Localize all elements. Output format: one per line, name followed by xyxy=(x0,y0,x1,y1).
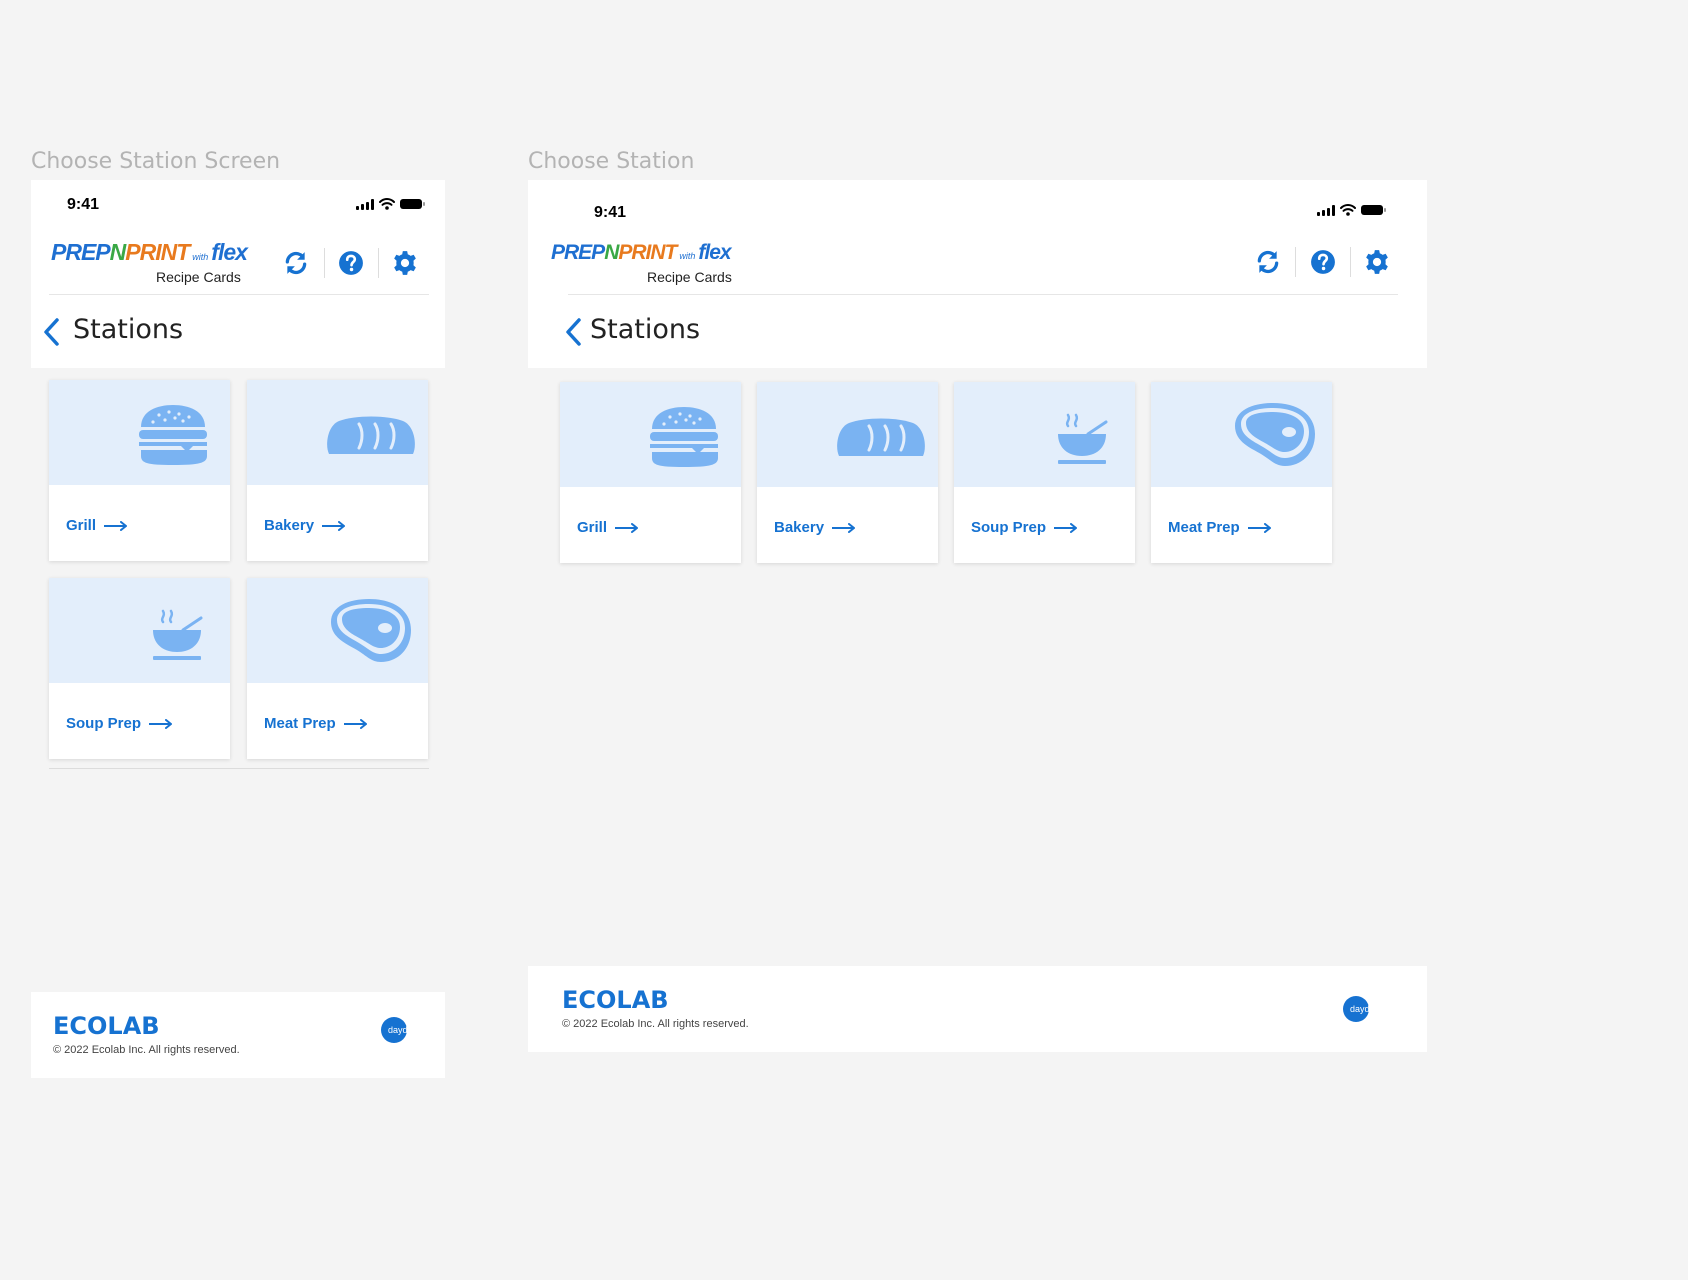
station-card-label: Bakery xyxy=(774,519,856,536)
svg-text:daydots: daydots xyxy=(388,1025,420,1035)
header-divider xyxy=(568,294,1398,295)
station-card-bakery[interactable]: Bakery xyxy=(757,382,938,563)
station-card-soup-prep[interactable]: Soup Prep xyxy=(954,382,1135,563)
station-card-grill[interactable]: Grill xyxy=(560,382,741,563)
ecolab-logo: ECOLAB xyxy=(53,1012,160,1040)
arrow-right-icon xyxy=(322,521,346,531)
steak-icon xyxy=(1229,400,1319,470)
header-separator xyxy=(1295,247,1296,277)
status-time: 9:41 xyxy=(594,204,627,221)
prepnprint-logo: PREPNPRINT with flex xyxy=(551,241,732,264)
bread-icon xyxy=(325,416,417,456)
bread-icon xyxy=(835,418,927,458)
station-card-image xyxy=(560,382,741,487)
daydots-logo: daydots xyxy=(1343,996,1382,1022)
soup-bowl-icon xyxy=(149,608,205,664)
arrow-right-icon xyxy=(832,523,856,533)
station-card-label: Meat Prep xyxy=(264,715,368,732)
station-card-label: Grill xyxy=(66,517,128,534)
battery-icon xyxy=(400,199,425,209)
station-card-soup-prep[interactable]: Soup Prep xyxy=(49,578,230,759)
svg-text:daydots: daydots xyxy=(1350,1004,1382,1014)
header-separator xyxy=(1350,247,1351,277)
footer: ECOLAB © 2022 Ecolab Inc. All rights res… xyxy=(31,992,445,1078)
signal-icon xyxy=(1317,204,1335,216)
tablet-frame: 9:41 PREPNPRINT with flex Recipe Cards Sta… xyxy=(528,180,1427,1052)
battery-icon xyxy=(1361,205,1386,215)
header-separator xyxy=(378,248,379,278)
station-card-grill[interactable]: Grill xyxy=(49,380,230,561)
settings-gear-icon[interactable] xyxy=(1364,249,1390,275)
steak-icon xyxy=(325,596,415,666)
prepnprint-logo: PREPNPRINT with flex xyxy=(51,239,248,265)
back-chevron-icon[interactable] xyxy=(40,317,64,347)
station-card-image xyxy=(757,382,938,487)
header-separator xyxy=(324,248,325,278)
status-time: 9:41 xyxy=(67,196,100,213)
station-card-meat-prep[interactable]: Meat Prep xyxy=(247,578,428,759)
footer: ECOLAB © 2022 Ecolab Inc. All rights res… xyxy=(528,966,1427,1052)
phone-frame: 9:41 PREPNPRINT with flex Recipe Cards Sta… xyxy=(31,180,445,1078)
station-card-label: Meat Prep xyxy=(1168,519,1272,536)
station-card-image xyxy=(49,578,230,683)
daydots-logo: daydots xyxy=(381,1017,420,1043)
app-header: 9:41 PREPNPRINT with flex Recipe Cards Sta… xyxy=(528,180,1427,368)
page-title: Stations xyxy=(590,314,701,345)
header-divider xyxy=(49,294,429,295)
page-title: Stations xyxy=(73,314,184,345)
station-card-image xyxy=(247,578,428,683)
arrow-right-icon xyxy=(104,521,128,531)
station-card-image xyxy=(1151,382,1332,487)
burger-icon xyxy=(648,405,720,469)
station-card-bakery[interactable]: Bakery xyxy=(247,380,428,561)
arrow-right-icon xyxy=(149,719,173,729)
wifi-icon xyxy=(379,198,395,210)
station-card-label: Bakery xyxy=(264,517,346,534)
refresh-icon[interactable] xyxy=(283,250,309,276)
station-card-image xyxy=(49,380,230,485)
copyright-text: © 2022 Ecolab Inc. All rights reserved. xyxy=(53,1044,240,1056)
station-card-image xyxy=(247,380,428,485)
refresh-icon[interactable] xyxy=(1255,249,1281,275)
station-card-label: Soup Prep xyxy=(971,519,1078,536)
arrow-right-icon xyxy=(615,523,639,533)
app-header: 9:41 PREPNPRINT with flex Recipe Cards Sta… xyxy=(31,180,445,368)
soup-bowl-icon xyxy=(1054,412,1110,468)
settings-gear-icon[interactable] xyxy=(392,250,418,276)
help-icon[interactable] xyxy=(1310,249,1336,275)
logo-subtitle: Recipe Cards xyxy=(647,269,732,285)
back-chevron-icon[interactable] xyxy=(562,317,586,347)
station-card-label: Soup Prep xyxy=(66,715,173,732)
station-card-meat-prep[interactable]: Meat Prep xyxy=(1151,382,1332,563)
list-divider xyxy=(49,768,429,769)
copyright-text: © 2022 Ecolab Inc. All rights reserved. xyxy=(562,1018,749,1030)
arrow-right-icon xyxy=(344,719,368,729)
arrow-right-icon xyxy=(1248,523,1272,533)
wifi-icon xyxy=(1340,204,1356,216)
status-icons xyxy=(356,198,425,210)
status-icons xyxy=(1317,204,1386,216)
help-icon[interactable] xyxy=(338,250,364,276)
ecolab-logo: ECOLAB xyxy=(562,986,669,1014)
signal-icon xyxy=(356,198,374,210)
logo-subtitle: Recipe Cards xyxy=(156,269,241,285)
station-card-label: Grill xyxy=(577,519,639,536)
station-card-image xyxy=(954,382,1135,487)
frame-label: Choose Station Screen xyxy=(31,149,281,174)
burger-icon xyxy=(137,403,209,467)
frame-label: Choose Station xyxy=(528,149,695,174)
arrow-right-icon xyxy=(1054,523,1078,533)
